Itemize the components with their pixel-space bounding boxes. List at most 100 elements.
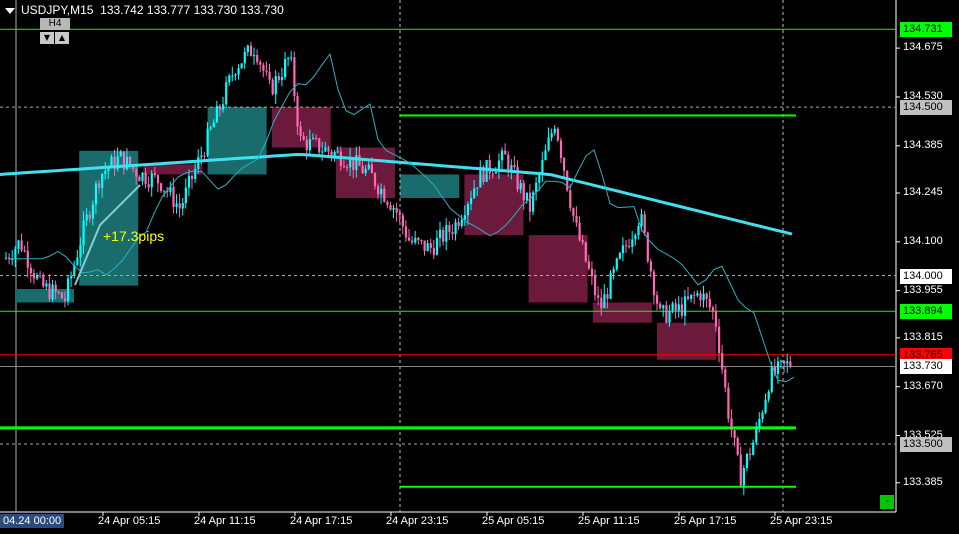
- candle-body: [373, 173, 377, 187]
- candle-body: [783, 360, 786, 364]
- candle-body: [780, 360, 783, 362]
- candle-body: [36, 275, 39, 279]
- price-level-label: 134.731: [900, 22, 952, 38]
- candle-body: [57, 291, 60, 293]
- candle-body: [296, 96, 299, 127]
- candle-body: [721, 353, 724, 370]
- candle-body: [172, 186, 175, 207]
- candle-body: [76, 257, 79, 265]
- candle-body: [470, 197, 473, 205]
- candle-body: [17, 240, 20, 249]
- candle-body: [457, 222, 460, 226]
- candle-body: [336, 151, 339, 153]
- candle-body: [150, 173, 153, 188]
- candle-body: [94, 183, 98, 205]
- candle-body: [215, 105, 218, 123]
- arrow-down-icon[interactable]: ▼: [40, 32, 54, 44]
- candle-body: [758, 418, 761, 428]
- candle-body: [423, 240, 426, 252]
- candle-body: [308, 138, 311, 151]
- candle-body: [271, 79, 274, 95]
- candle-body: [770, 366, 773, 392]
- candle-body: [662, 305, 665, 309]
- candle-body: [101, 173, 104, 188]
- dropdown-icon[interactable]: [5, 7, 15, 14]
- candle-body: [200, 155, 203, 158]
- timeframe-box[interactable]: H4: [40, 18, 70, 30]
- candle-body: [82, 220, 85, 246]
- time-label-first: 04.24 00:00: [0, 514, 65, 528]
- price-level-label: 133.730: [900, 359, 952, 375]
- price-level-label: 133.500: [900, 436, 952, 452]
- candle-body: [649, 261, 652, 272]
- candle-body: [727, 387, 730, 419]
- price-tick-label: 133.815: [903, 330, 943, 343]
- h4-box: [528, 235, 588, 303]
- candle-body: [380, 188, 383, 195]
- candle-body: [665, 305, 668, 323]
- candle-body: [14, 248, 17, 260]
- candle-body: [494, 172, 497, 174]
- candle-body: [318, 138, 321, 153]
- candle-body: [566, 170, 569, 191]
- h4-box: [400, 174, 460, 199]
- candle-body: [225, 82, 228, 105]
- candle-body: [364, 168, 367, 174]
- candle-body: [222, 104, 225, 110]
- candle-body: [451, 232, 454, 235]
- candle-body: [491, 173, 494, 175]
- candle-body: [305, 139, 308, 151]
- candle-body: [603, 294, 606, 309]
- candle-body: [435, 238, 439, 255]
- candle-body: [420, 240, 423, 242]
- candle-body: [708, 298, 711, 308]
- price-tick-label: 133.385: [903, 475, 943, 488]
- candle-body: [302, 136, 305, 140]
- candle-body: [315, 137, 318, 139]
- candle-body: [507, 154, 510, 172]
- candle-body: [262, 64, 265, 71]
- close-price: 133.730: [240, 3, 284, 17]
- minimize-button[interactable]: -: [880, 495, 894, 509]
- candle-body: [290, 57, 293, 59]
- candle-body: [191, 175, 194, 180]
- candle-body: [525, 192, 528, 201]
- candle-body: [637, 226, 640, 236]
- candle-body: [442, 229, 445, 242]
- candle-body: [138, 176, 141, 182]
- candle-body: [60, 292, 63, 299]
- time-axis-label: 25 Apr 23:15: [770, 515, 833, 527]
- candle-body: [144, 172, 147, 185]
- chart-header: USDJPY,M15 133.742 133.777 133.730 133.7…: [5, 3, 284, 17]
- candle-body: [699, 293, 702, 301]
- candle-body: [460, 219, 463, 226]
- candle-body: [513, 165, 516, 168]
- candle-body: [736, 438, 739, 455]
- candle-body: [327, 147, 330, 152]
- candle-body: [395, 207, 398, 213]
- candle-body: [631, 239, 634, 247]
- candle-body: [187, 175, 191, 188]
- candle-body: [361, 165, 364, 174]
- candle-body: [559, 140, 563, 159]
- candle-body: [426, 243, 429, 252]
- candle-body: [287, 58, 290, 60]
- candle-body: [522, 183, 525, 201]
- candle-body: [277, 76, 280, 80]
- candle-body: [749, 453, 752, 455]
- price-chart[interactable]: [0, 0, 959, 534]
- candle-body: [615, 258, 618, 270]
- candle-body: [628, 246, 631, 248]
- candle-body: [696, 293, 699, 296]
- price-tick-label: 133.670: [903, 379, 943, 392]
- price-level-label: 134.000: [900, 268, 952, 284]
- candle-body: [259, 62, 262, 65]
- candle-body: [572, 208, 575, 216]
- nav-arrows: ▼ ▲: [40, 32, 69, 44]
- candle-body: [377, 186, 380, 195]
- candle-body: [677, 304, 680, 311]
- candle-body: [63, 298, 67, 301]
- candle-body: [705, 293, 708, 299]
- arrow-up-icon[interactable]: ▲: [55, 32, 69, 44]
- candle-body: [634, 235, 637, 240]
